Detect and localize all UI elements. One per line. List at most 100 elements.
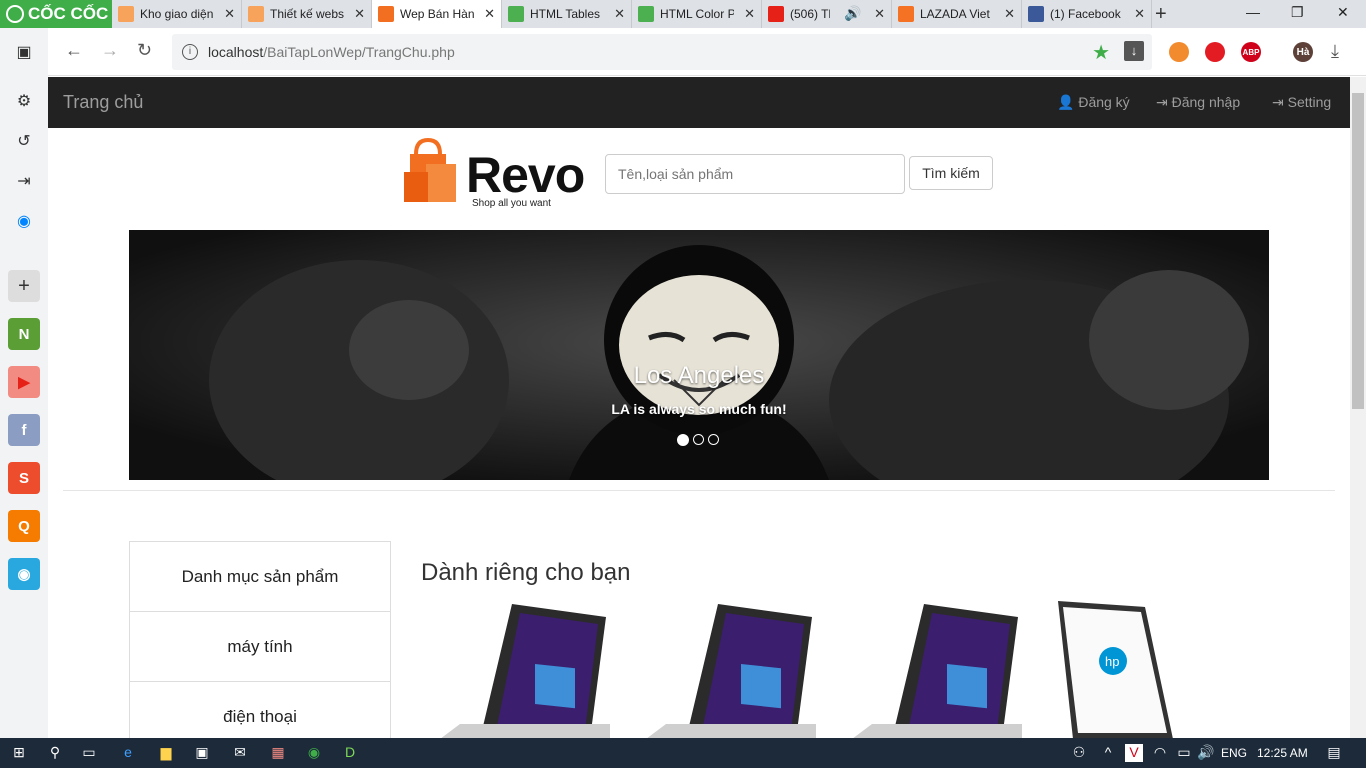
close-icon[interactable]: ✕ <box>354 6 365 22</box>
youtube-icon[interactable]: ▶ <box>8 366 40 398</box>
close-icon[interactable]: ✕ <box>614 6 625 22</box>
close-icon[interactable]: ✕ <box>1004 6 1015 22</box>
shopping-bag-logo-icon[interactable] <box>404 138 464 202</box>
tab-lazada[interactable]: LAZADA Viet ✕ <box>892 0 1022 28</box>
wifi-icon[interactable]: ◠ <box>1151 744 1169 762</box>
info-icon[interactable]: i <box>182 44 198 60</box>
close-icon[interactable]: ✕ <box>874 6 885 22</box>
browser-toolbar: ← → ↻ i localhost/BaiTapLonWep/TrangChu.… <box>48 28 1366 76</box>
history-icon[interactable]: ↺ <box>8 125 40 157</box>
setting-label: Setting <box>1287 94 1332 110</box>
tab-wep-ban-hang[interactable]: Wep Bán Hàn ✕ <box>372 0 502 28</box>
category-item-phones[interactable]: điện thoại <box>130 682 390 738</box>
vietkey-icon[interactable]: V <box>1125 744 1143 762</box>
back-button[interactable]: ← <box>65 40 83 61</box>
notifications-icon[interactable]: ▤ <box>1325 744 1343 762</box>
category-header[interactable]: Danh mục sản phẩm <box>130 542 390 612</box>
logo-text: Revo <box>466 147 585 203</box>
carousel-indicator-2[interactable] <box>693 434 704 445</box>
product-search-input[interactable] <box>605 154 905 194</box>
shopee-icon[interactable]: S <box>8 462 40 494</box>
task-view-icon[interactable]: ▭ <box>80 744 98 762</box>
product-laptop-1[interactable] <box>440 599 610 738</box>
tab-kho-giao-dien[interactable]: Kho giao diện ✕ <box>112 0 242 28</box>
browser-brand[interactable]: CỐC CỐC <box>0 0 112 28</box>
minimize-button[interactable]: — <box>1246 4 1260 20</box>
download-page-icon[interactable]: ↓ <box>1124 41 1144 61</box>
downloads-icon[interactable]: ⤓ <box>1331 41 1339 62</box>
product-laptop-3[interactable] <box>852 599 1022 738</box>
search-app-icon[interactable]: Q <box>8 510 40 542</box>
abp-icon[interactable]: ABP <box>1241 42 1261 62</box>
clock[interactable]: 12:25 AM <box>1257 746 1308 760</box>
url-host: localhost <box>208 44 264 60</box>
scrollbar-thumb[interactable] <box>1352 93 1364 409</box>
section-divider <box>63 490 1335 491</box>
close-icon[interactable]: ✕ <box>484 6 495 22</box>
register-link[interactable]: 👤 Đăng ký <box>1057 94 1130 111</box>
bookmark-star-icon[interactable]: ★ <box>1092 40 1110 65</box>
reload-button[interactable]: ↻ <box>137 40 152 61</box>
address-bar[interactable]: i localhost/BaiTapLonWep/TrangChu.php ★ … <box>172 34 1152 70</box>
product-laptop-hp[interactable]: hp <box>1053 599 1223 738</box>
tab-favicon-icon <box>768 6 784 22</box>
messenger-icon[interactable]: ◉ <box>8 205 40 237</box>
sidebar-toggle-icon[interactable]: ▣ <box>8 36 40 68</box>
logo-tagline: Shop all you want <box>472 198 551 209</box>
add-app-icon[interactable]: + <box>8 270 40 302</box>
store-icon[interactable]: ▣ <box>193 744 211 762</box>
close-icon[interactable]: ✕ <box>744 6 755 22</box>
login-icon: ⇥ <box>1272 94 1284 110</box>
tab-html-color[interactable]: HTML Color P ✕ <box>632 0 762 28</box>
input-language[interactable]: ENG <box>1221 746 1247 760</box>
file-explorer-icon[interactable]: ▆ <box>157 744 175 762</box>
facebook-icon[interactable]: f <box>8 414 40 446</box>
settings-gear-icon[interactable]: ⚙ <box>8 85 40 117</box>
coccoc-extension-icon[interactable] <box>1169 42 1189 62</box>
page-scrollbar[interactable] <box>1350 77 1366 738</box>
people-icon[interactable]: ⚇ <box>1070 744 1088 762</box>
hero-carousel[interactable]: Los Angeles LA is always so much fun! <box>129 230 1269 480</box>
tab-thiet-ke-web[interactable]: Thiết kế webs ✕ <box>242 0 372 28</box>
battery-icon[interactable]: ▭ <box>1175 744 1193 762</box>
adblock-icon[interactable] <box>1205 42 1225 62</box>
tab-youtube[interactable]: (506) The 🔊 ✕ <box>762 0 892 28</box>
browser-sidebar: ▣ ⚙ ↺ ⇥ ◉ + N ▶ f S Q ◉ <box>0 28 48 738</box>
profile-avatar[interactable]: Hà <box>1293 42 1313 62</box>
tab-label: LAZADA Viet <box>920 7 990 21</box>
edge-icon[interactable]: e <box>119 744 137 762</box>
category-item-computers[interactable]: máy tính <box>130 612 390 682</box>
tab-label: (1) Facebook <box>1050 7 1121 21</box>
navbar-home-link[interactable]: Trang chủ <box>63 92 143 113</box>
sidebar-app-n[interactable]: N <box>8 318 40 350</box>
search-button[interactable]: Tìm kiếm <box>909 156 993 190</box>
close-window-button[interactable]: ✕ <box>1337 4 1349 21</box>
setting-link[interactable]: ⇥ Setting <box>1272 94 1331 111</box>
speaker-icon[interactable]: 🔊 <box>844 5 861 22</box>
carousel-indicator-3[interactable] <box>708 434 719 445</box>
paint-icon[interactable]: ▦ <box>269 744 287 762</box>
login-icon[interactable]: ⇥ <box>8 165 40 197</box>
login-link[interactable]: ⇥ Đăng nhập <box>1156 94 1240 111</box>
chevron-up-icon[interactable]: ^ <box>1099 744 1117 762</box>
close-icon[interactable]: ✕ <box>224 6 235 22</box>
carousel-caption-subtitle: LA is always so much fun! <box>611 401 787 417</box>
product-laptop-2[interactable] <box>646 599 816 738</box>
carousel-indicator-1[interactable] <box>677 434 689 446</box>
search-icon[interactable]: ⚲ <box>46 744 64 762</box>
forward-button[interactable]: → <box>101 40 119 61</box>
tab-facebook[interactable]: (1) Facebook ✕ <box>1022 0 1152 28</box>
windows-start-icon[interactable]: ⊞ <box>10 744 28 762</box>
tab-html-tables[interactable]: HTML Tables ✕ <box>502 0 632 28</box>
volume-icon[interactable]: 🔊 <box>1197 744 1215 762</box>
coccoc-taskbar-icon[interactable]: ◉ <box>305 744 323 762</box>
windows-taskbar: ⊞ ⚲ ▭ e ▆ ▣ ✉ ▦ ◉ D ⚇ ^ V ◠ ▭ 🔊 ENG 12:2… <box>0 738 1366 768</box>
media-app-icon[interactable]: ◉ <box>8 558 40 590</box>
featured-section-title: Dành riêng cho bạn <box>421 559 631 586</box>
dreamweaver-icon[interactable]: D <box>341 744 359 762</box>
tab-label: HTML Tables <box>530 7 601 21</box>
new-tab-button[interactable]: + <box>1155 3 1167 26</box>
close-icon[interactable]: ✕ <box>1134 6 1145 22</box>
restore-button[interactable]: ❐ <box>1291 4 1304 21</box>
mail-icon[interactable]: ✉ <box>231 744 249 762</box>
